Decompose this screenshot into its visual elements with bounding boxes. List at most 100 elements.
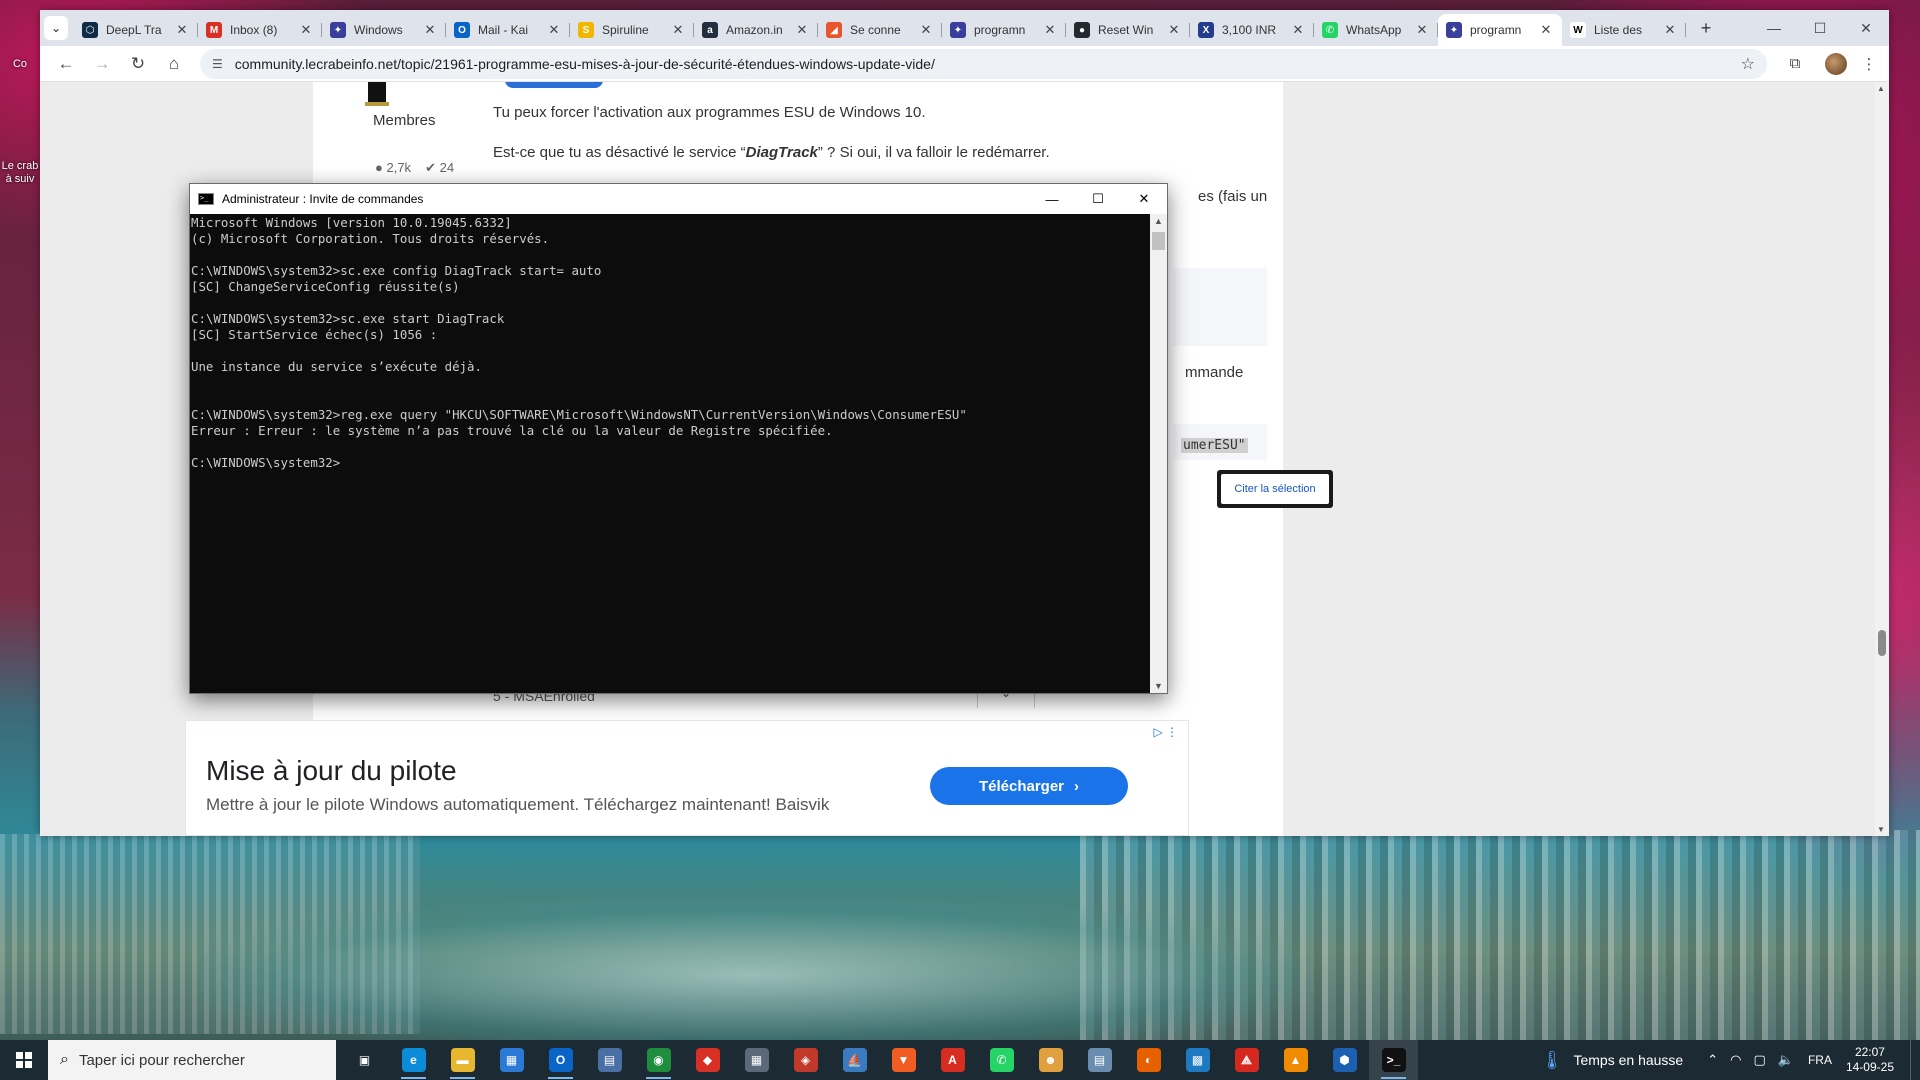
scroll-down-icon[interactable]: ▼ [1877, 825, 1885, 834]
taskbar-app-calculator[interactable]: ▦ [732, 1040, 781, 1080]
menu-button[interactable]: ⋮ [1857, 55, 1881, 73]
reload-button[interactable]: ↻ [120, 54, 156, 74]
start-button[interactable] [0, 1040, 48, 1080]
url-text[interactable]: community.lecrabeinfo.net/topic/21961-pr… [235, 56, 1741, 72]
taskbar-app-foxit[interactable]: A [928, 1040, 977, 1080]
adchoices-icon[interactable]: ▷ ⋮ [1153, 725, 1178, 739]
forward-button[interactable]: → [84, 54, 120, 74]
tab-close-icon[interactable]: ✕ [1290, 22, 1306, 38]
taskbar-app-brave[interactable]: ▼ [879, 1040, 928, 1080]
taskbar-app-notepad[interactable]: ▤ [1075, 1040, 1124, 1080]
taskbar-app-network[interactable]: ▤ [585, 1040, 634, 1080]
chevron-up-icon[interactable]: ⌃ [1707, 1052, 1718, 1068]
taskbar-app-app-red[interactable]: ◈ [781, 1040, 830, 1080]
taskbar-app-whatsapp[interactable]: ✆ [977, 1040, 1026, 1080]
browser-tab[interactable]: O Mail - Kai ✕ [446, 14, 570, 46]
taskbar-app-cmd[interactable]: >_ [1369, 1040, 1418, 1080]
tab-close-icon[interactable]: ✕ [174, 22, 190, 38]
scroll-up-icon[interactable]: ▲ [1154, 216, 1163, 226]
home-button[interactable]: ⌂ [156, 54, 192, 74]
close-button[interactable]: ✕ [1843, 10, 1889, 46]
bookmark-star-icon[interactable]: ☆ [1741, 54, 1755, 74]
taskbar-app-outlook[interactable]: O [536, 1040, 585, 1080]
scroll-up-icon[interactable]: ▲ [1877, 84, 1885, 93]
browser-tab[interactable]: ✦ programn ✕ [942, 14, 1066, 46]
browser-tab[interactable]: S Spiruline ✕ [570, 14, 694, 46]
close-icon: ✕ [1138, 191, 1150, 206]
browser-tab[interactable]: ✆ WhatsApp ✕ [1314, 14, 1438, 46]
taskbar-app-anydesk[interactable]: ◆ [683, 1040, 732, 1080]
taskbar-app-acrobat[interactable]: ⟁ [1222, 1040, 1271, 1080]
ad-download-button[interactable]: Télécharger › [930, 767, 1128, 805]
clock[interactable]: 22:07 14-09-25 [1846, 1045, 1894, 1075]
minimize-button[interactable]: — [1751, 10, 1797, 46]
taskbar-app-vlc[interactable]: ▲ [1271, 1040, 1320, 1080]
taskbar-app-file-explorer[interactable]: ▬ [438, 1040, 487, 1080]
desktop-icon-label[interactable]: Le crab à suiv [0, 160, 40, 186]
browser-tab[interactable]: W Liste des ✕ [1562, 14, 1686, 46]
tab-close-icon[interactable]: ✕ [670, 22, 686, 38]
volume-icon[interactable]: 🔈 [1778, 1052, 1794, 1068]
weather-widget[interactable]: 🌡 Temps en hausse [1541, 1050, 1684, 1071]
browser-tab[interactable]: ● Reset Win ✕ [1066, 14, 1190, 46]
remote-icon[interactable]: ▢ [1753, 1052, 1765, 1068]
scroll-down-icon[interactable]: ▼ [1154, 681, 1163, 691]
tab-close-icon[interactable]: ✕ [1414, 22, 1430, 38]
show-desktop-button[interactable] [1910, 1040, 1920, 1080]
taskbar-app-vpn[interactable]: ⬢ [1320, 1040, 1369, 1080]
taskbar-app-cat-app[interactable]: ☻ [1026, 1040, 1075, 1080]
page-scrollbar[interactable]: ▲ ▼ [1875, 82, 1889, 836]
wifi-icon[interactable]: ◠ [1730, 1052, 1741, 1068]
browser-tab[interactable]: ✦ programn ✕ [1438, 14, 1562, 46]
tab-close-icon[interactable]: ✕ [1538, 22, 1554, 38]
taskbar-app-firefox[interactable]: ◐ [1124, 1040, 1173, 1080]
taskbar-app-chrome[interactable]: ◉ [634, 1040, 683, 1080]
notepad-icon: ▤ [1087, 1048, 1112, 1072]
browser-tab[interactable]: X 3,100 INR ✕ [1190, 14, 1314, 46]
quote-selection-button[interactable]: Citer la sélection [1217, 470, 1333, 508]
back-button[interactable]: ← [48, 54, 84, 74]
browser-tab[interactable]: ✦ Windows ✕ [322, 14, 446, 46]
extensions-button[interactable]: ⧉ [1775, 55, 1815, 72]
cmd-close-button[interactable]: ✕ [1121, 184, 1167, 214]
maximize-button[interactable]: ☐ [1797, 10, 1843, 46]
browser-tab[interactable]: M Inbox (8) ✕ [198, 14, 322, 46]
taskbar-app-remote-desktop[interactable]: ▩ [1173, 1040, 1222, 1080]
input-language[interactable]: FRA [1808, 1053, 1832, 1067]
tab-search-button[interactable]: ⌄ [44, 16, 68, 40]
tab-close-icon[interactable]: ✕ [794, 22, 810, 38]
taskbar-app-task-view[interactable]: ▣ [340, 1040, 389, 1080]
cmd-scrollbar[interactable]: ▲ ▼ [1150, 214, 1167, 693]
address-bar[interactable]: ☰ community.lecrabeinfo.net/topic/21961-… [200, 48, 1767, 79]
ad-subtitle[interactable]: Mettre à jour le pilote Windows automati… [206, 795, 829, 815]
cmd-scrollbar-thumb[interactable] [1152, 232, 1165, 250]
search-placeholder: Taper ici pour rechercher [78, 1051, 245, 1069]
tab-close-icon[interactable]: ✕ [1042, 22, 1058, 38]
browser-tab[interactable]: a Amazon.in ✕ [694, 14, 818, 46]
cmd-minimize-button[interactable]: — [1029, 184, 1075, 214]
cmd-titlebar[interactable]: Administrateur : Invite de commandes — ☐… [190, 184, 1167, 214]
browser-tab[interactable]: ◢ Se conne ✕ [818, 14, 942, 46]
ad-title[interactable]: Mise à jour du pilote [206, 755, 457, 787]
scrollbar-thumb[interactable] [1878, 630, 1886, 656]
tab-close-icon[interactable]: ✕ [298, 22, 314, 38]
ad-banner[interactable]: ▷ ⋮ Mise à jour du pilote Mettre à jour … [185, 720, 1189, 836]
tab-close-icon[interactable]: ✕ [1662, 22, 1678, 38]
tab-close-icon[interactable]: ✕ [1166, 22, 1182, 38]
taskbar-search[interactable]: ⌕ Taper ici pour rechercher [48, 1040, 336, 1080]
selected-code-text[interactable]: umerESU" [1181, 438, 1248, 453]
tab-close-icon[interactable]: ✕ [546, 22, 562, 38]
tab-close-icon[interactable]: ✕ [918, 22, 934, 38]
taskbar-app-edge[interactable]: e [389, 1040, 438, 1080]
tab-close-icon[interactable]: ✕ [422, 22, 438, 38]
new-tab-button[interactable]: + [1692, 18, 1720, 39]
taskbar-app-store[interactable]: ▦ [487, 1040, 536, 1080]
tab-list: ⬡ DeepL Tra ✕ M Inbox (8) ✕ ✦ Windows ✕ O Mail - K… [74, 10, 1686, 46]
cmd-maximize-button[interactable]: ☐ [1075, 184, 1121, 214]
taskbar-app-ship-app[interactable]: ⛵ [830, 1040, 879, 1080]
browser-tab[interactable]: ⬡ DeepL Tra ✕ [74, 14, 198, 46]
site-info-icon[interactable]: ☰ [212, 57, 223, 71]
desktop-icon-label[interactable]: Co [0, 58, 40, 70]
cmd-console-output[interactable]: Microsoft Windows [version 10.0.19045.63… [190, 214, 1151, 693]
profile-avatar[interactable] [1825, 52, 1847, 75]
